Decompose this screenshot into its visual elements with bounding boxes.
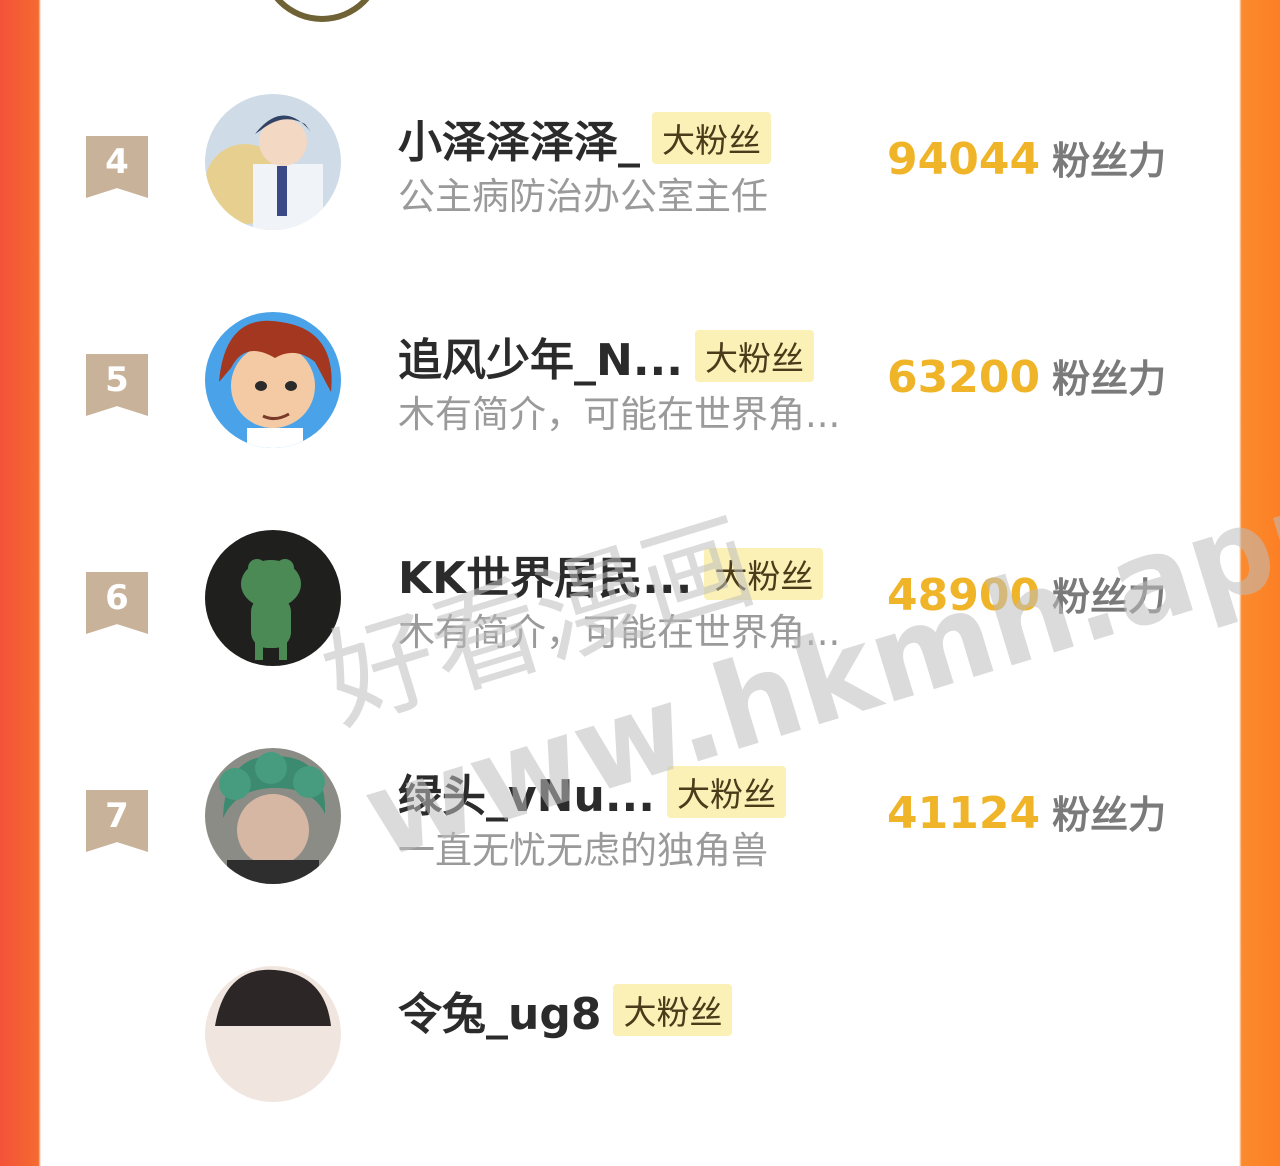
big-fan-badge: 大粉丝 [666,766,786,818]
fan-power-label: 粉丝力 [1052,139,1167,183]
rank-badge: 6 [86,572,148,634]
big-fan-badge: 大粉丝 [652,112,771,164]
user-bio: 木有简介，可能在世界角... [398,393,841,436]
fan-power: 41124 粉丝力 [887,784,1166,839]
fan-ranking-panel: 4 小泽泽泽泽_ 大粉丝 公主病防治办公室主任 94044 粉丝力 5 追风少年… [42,0,1280,1102]
fan-power-value: 63200 [887,352,1041,403]
user-name[interactable]: KK世界居民... [398,553,692,604]
fan-power-value: 94044 [887,134,1041,185]
rank-badge: 7 [86,790,148,852]
rank-badge: 4 [86,136,148,198]
ranking-row[interactable]: 5 追风少年_N... 大粉丝 木有简介，可能在世界角... 63200 粉丝力 [42,312,1238,512]
user-name[interactable]: 小泽泽泽泽_ [398,117,640,168]
fan-power-label: 粉丝力 [1052,793,1167,837]
anime-redhair-avatar[interactable] [205,312,341,448]
fan-power-label: 粉丝力 [1052,357,1167,401]
ranking-row[interactable]: 4 小泽泽泽泽_ 大粉丝 公主病防治办公室主任 94044 粉丝力 [42,94,1238,294]
frog-avatar[interactable] [205,530,341,666]
big-fan-badge: 大粉丝 [613,984,733,1036]
big-fan-badge: 大粉丝 [694,330,814,382]
green-hair-avatar[interactable] [205,748,341,884]
user-bio: 木有简介，可能在世界角... [398,611,841,654]
fan-power: 48900 粉丝力 [887,566,1166,621]
fan-power: 94044 粉丝力 [887,130,1166,185]
fan-power-value: 41124 [887,788,1041,839]
ranking-row[interactable]: 令兔_ug8 大粉丝 [42,966,1238,1166]
fan-power-label: 粉丝力 [1052,575,1167,619]
big-fan-badge: 大粉丝 [704,548,824,600]
ranking-row[interactable]: 7 绿头_vNu... 大粉丝 一直无忧无虑的独角兽 41124 粉丝力 [42,748,1238,948]
user-bio: 一直无忧无虑的独角兽 [398,829,768,872]
ranking-row[interactable]: 6 KK世界居民... 大粉丝 木有简介，可能在世界角... 48900 粉丝力 [42,530,1238,730]
fan-power-value: 48900 [887,570,1041,621]
rank-3-avatar-partial [260,0,384,22]
user-name[interactable]: 令兔_ug8 [398,989,601,1040]
user-name[interactable]: 追风少年_N... [398,335,683,386]
user-name[interactable]: 绿头_vNu... [398,771,655,822]
user-bio: 公主病防治办公室主任 [398,175,768,218]
fan-power: 63200 粉丝力 [887,348,1166,403]
rank-badge: 5 [86,354,148,416]
anime-boy-avatar[interactable] [205,94,341,230]
partial-avatar[interactable] [205,966,341,1102]
